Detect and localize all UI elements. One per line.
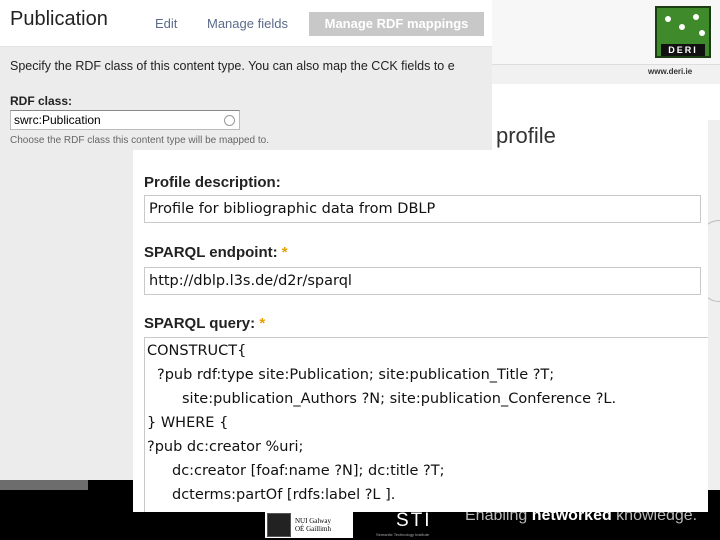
logo-dot-icon bbox=[699, 30, 705, 36]
tab-manage-rdf-mappings[interactable]: Manage RDF mappings bbox=[309, 12, 484, 36]
required-marker: * bbox=[281, 244, 288, 261]
sparql-query-textarea[interactable]: CONSTRUCT{ ?pub rdf:type site:Publicatio… bbox=[144, 337, 708, 512]
rdf-class-input[interactable]: swrc:Publication bbox=[10, 110, 240, 130]
logo-dot-icon bbox=[665, 16, 671, 22]
nui-logo-line1: NUI Galway bbox=[295, 517, 331, 525]
sparql-query-label: SPARQL query: * bbox=[144, 315, 266, 332]
page-title: Publication bbox=[10, 8, 108, 30]
nui-crest-icon bbox=[267, 513, 291, 537]
logo-dot-icon bbox=[693, 14, 699, 20]
nui-logo-line2: OÉ Gaillimh bbox=[295, 525, 331, 533]
deri-logo-word: DERI bbox=[661, 44, 705, 56]
rdf-class-help: Choose the RDF class this content type w… bbox=[10, 135, 270, 146]
right-edge-band bbox=[708, 120, 720, 490]
query-line: } WHERE { bbox=[147, 415, 229, 431]
sti-logo-subtext: Semantic Technology Institute bbox=[376, 532, 430, 537]
rdf-class-value: swrc:Publication bbox=[14, 113, 101, 127]
nui-galway-logo: NUI Galway OÉ Gaillimh bbox=[265, 512, 353, 538]
tab-manage-fields[interactable]: Manage fields bbox=[207, 12, 288, 36]
page-header: Publication Edit Manage fields Manage RD… bbox=[0, 0, 492, 47]
required-marker: * bbox=[259, 315, 266, 332]
autocomplete-throbber-icon bbox=[224, 115, 235, 126]
rdf-class-label: RDF class: bbox=[10, 94, 73, 108]
sparql-endpoint-label: SPARQL endpoint: * bbox=[144, 244, 288, 261]
query-line: dcterms:partOf [rdfs:label ?L ]. bbox=[172, 487, 396, 503]
query-line: dc:creator [foaf:name ?N]; dc:title ?T; bbox=[172, 463, 445, 479]
profile-heading: profile bbox=[496, 118, 708, 150]
logo-dot-icon bbox=[679, 24, 685, 30]
query-line: site:publication_Authors ?N; site:public… bbox=[182, 391, 617, 407]
deri-logo: DERI bbox=[655, 6, 711, 58]
profile-description-label: Profile description: bbox=[144, 174, 281, 191]
page-description: Specify the RDF class of this content ty… bbox=[10, 59, 455, 73]
query-line: ?pub dc:creator %uri; bbox=[147, 439, 304, 455]
sti-logo-text: STI bbox=[396, 510, 432, 531]
query-line: ?pub rdf:type site:Publication; site:pub… bbox=[157, 367, 555, 383]
profile-form: Profile description: Profile for bibliog… bbox=[133, 150, 708, 512]
sti-logo: STI Semantic Technology Institute bbox=[360, 510, 450, 538]
deri-url: www.deri.ie bbox=[648, 67, 693, 76]
footer-grey-strip bbox=[0, 480, 88, 490]
tab-edit[interactable]: Edit bbox=[155, 12, 177, 36]
sparql-endpoint-input[interactable]: http://dblp.l3s.de/d2r/sparql bbox=[144, 267, 701, 295]
profile-heading-text: profile bbox=[496, 123, 556, 148]
query-line: CONSTRUCT{ bbox=[147, 343, 247, 359]
profile-description-input[interactable]: Profile for bibliographic data from DBLP bbox=[144, 195, 701, 223]
